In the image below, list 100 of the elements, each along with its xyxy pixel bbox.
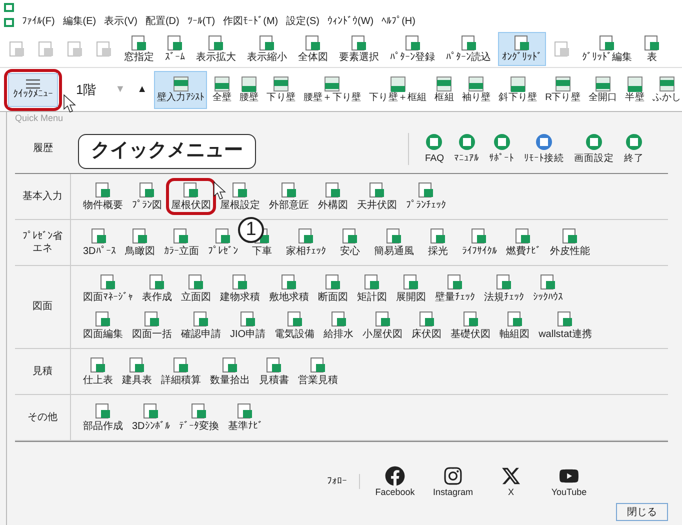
quick-menu-item[interactable]: 矩計図 bbox=[352, 270, 392, 307]
quick-menu-item[interactable]: 屋根設定 bbox=[215, 178, 265, 215]
quick-menu-item[interactable]: 電気設備 bbox=[270, 307, 320, 344]
wall-tool-button[interactable]: 框組 bbox=[432, 70, 457, 108]
menu-item[interactable]: 配置(D) bbox=[145, 16, 180, 28]
quick-menu-item[interactable]: wallstat連携 bbox=[534, 307, 597, 344]
quick-menu-item[interactable]: 安心 bbox=[330, 224, 370, 261]
close-button[interactable]: 閉じる bbox=[616, 503, 668, 521]
sheet-icon bbox=[99, 273, 117, 291]
quick-menu-item[interactable]: ﾃﾞｰﾀ変換 bbox=[174, 399, 224, 436]
menu-item[interactable]: 編集(E) bbox=[62, 16, 96, 28]
help-item[interactable]: ﾏﾆｭｱﾙ bbox=[454, 132, 479, 164]
social-link[interactable]: YouTube bbox=[546, 466, 592, 498]
quick-menu-item[interactable]: 建物求積 bbox=[215, 270, 265, 307]
quick-menu-item[interactable]: ｶﾗｰ立面 bbox=[158, 224, 204, 261]
menu-item[interactable]: ｳｨﾝﾄﾞｳ(W) bbox=[327, 16, 374, 28]
sheet-icon bbox=[280, 181, 298, 199]
toolbar-button[interactable]: 表示拡大 bbox=[192, 32, 240, 66]
quick-menu-item[interactable]: 法規ﾁｪｯｸ bbox=[479, 270, 529, 307]
wall-tool-button[interactable]: 壁入力ｱｼｽﾄ bbox=[154, 70, 208, 108]
menu-item[interactable]: 表示(V) bbox=[104, 16, 138, 28]
floor-step-button[interactable]: ▲ bbox=[132, 82, 152, 97]
quick-menu-item[interactable]: ﾌﾟﾗﾝﾁｪｯｸ bbox=[401, 178, 451, 215]
quick-menu-item[interactable]: 営業見積 bbox=[293, 353, 343, 390]
wall-tool-button[interactable]: ふかし bbox=[649, 70, 682, 108]
quick-menu-item[interactable]: 家相ﾁｪｯｸ bbox=[280, 224, 331, 261]
wall-tool-button[interactable]: 腰壁＋下り壁 bbox=[300, 70, 364, 108]
menu-item[interactable]: 作図ﾓｰﾄﾞ(M) bbox=[223, 16, 278, 28]
quick-menu-item[interactable]: 天井伏図 bbox=[352, 178, 402, 215]
menu-item[interactable]: ﾂｰﾙ(T) bbox=[187, 16, 216, 28]
wall-tool-button[interactable]: 半壁 bbox=[622, 70, 648, 108]
quick-menu-item[interactable]: ｼｯｸﾊｳｽ bbox=[528, 270, 568, 307]
toolbar-button[interactable]: ｵﾝｸﾞﾘｯﾄﾞ bbox=[498, 32, 546, 66]
wall-tool-button[interactable]: 下り壁＋框組 bbox=[366, 70, 430, 108]
quick-menu-item[interactable]: ﾗｲﾌｻｲｸﾙ bbox=[456, 224, 502, 261]
menu-item[interactable]: ﾍﾙﾌﾟ(H) bbox=[382, 16, 416, 28]
wall-tool-button[interactable]: 全開口 bbox=[585, 70, 620, 108]
quick-menu-item[interactable]: 燃費ﾅﾋﾞ bbox=[500, 224, 546, 261]
quick-menu-button[interactable]: ｸｲｯｸﾒﾆｭｰ bbox=[8, 72, 58, 106]
quick-menu-item[interactable]: 図面ﾏﾈｰｼﾞｬ bbox=[78, 270, 138, 307]
quick-menu-item[interactable]: 外構図 bbox=[313, 178, 353, 215]
wall-tool-button[interactable]: 斜下り壁 bbox=[496, 70, 540, 108]
toolbar-button[interactable]: 表 bbox=[639, 32, 665, 66]
quick-menu-item[interactable]: 採光 bbox=[418, 224, 458, 261]
quick-menu-item[interactable]: 基準ﾅﾋﾞ bbox=[222, 399, 268, 436]
help-item[interactable]: ﾘﾓｰﾄ接続 bbox=[524, 132, 564, 164]
quick-menu-item[interactable]: 軸組図 bbox=[494, 307, 535, 344]
quick-menu-item[interactable]: 断面図 bbox=[313, 270, 353, 307]
quick-menu-item[interactable]: 物件概要 bbox=[78, 178, 128, 215]
quick-menu-item[interactable]: JIO申請 bbox=[225, 307, 271, 344]
toolbar-button[interactable]: ﾊﾟﾀｰﾝ読込 bbox=[442, 32, 495, 66]
quick-menu-item[interactable]: 壁量ﾁｪｯｸ bbox=[430, 270, 480, 307]
help-item[interactable]: FAQ bbox=[424, 132, 444, 164]
wall-tool-button[interactable]: R下り壁 bbox=[542, 70, 584, 108]
quick-menu-item[interactable]: 外部意匠 bbox=[264, 178, 314, 215]
toolbar-button[interactable]: ﾊﾟﾀｰﾝ登録 bbox=[386, 32, 439, 66]
quick-menu-item[interactable]: ﾌﾟﾗﾝ図 bbox=[127, 178, 167, 215]
quick-menu-item[interactable]: 簡易通風 bbox=[368, 224, 419, 261]
quick-menu-item[interactable]: 数量拾出 bbox=[205, 353, 255, 390]
menu-item[interactable]: 設定(S) bbox=[286, 16, 320, 28]
toolbar-button[interactable]: 表示縮小 bbox=[243, 32, 291, 66]
toolbar-button[interactable]: 要素選択 bbox=[335, 32, 383, 66]
quick-menu-item[interactable]: 小屋伏図 bbox=[358, 307, 408, 344]
social-link[interactable]: Instagram bbox=[430, 466, 476, 498]
toolbar-button[interactable]: 窓指定 bbox=[120, 32, 158, 66]
help-item[interactable]: ｻﾎﾟｰﾄ bbox=[489, 132, 514, 164]
quick-menu-item[interactable]: 見積書 bbox=[254, 353, 294, 390]
quick-menu-item[interactable]: 基礎伏図 bbox=[446, 307, 496, 344]
quick-menu-item[interactable]: 表作成 bbox=[137, 270, 177, 307]
quick-menu-item[interactable]: 確認申請 bbox=[176, 307, 226, 344]
quick-menu-item[interactable]: 図面一括 bbox=[127, 307, 177, 344]
toolbar-button[interactable]: ｽﾞｰﾑ bbox=[161, 32, 189, 66]
quick-menu-item[interactable]: 建具表 bbox=[117, 353, 157, 390]
quick-menu-item[interactable]: 鳥瞰図 bbox=[120, 224, 160, 261]
quick-menu-item[interactable]: 外皮性能 bbox=[544, 224, 595, 261]
menu-item[interactable]: ﾌｧｲﾙ(F) bbox=[22, 16, 55, 28]
quick-menu-item[interactable]: 詳細積算 bbox=[156, 353, 206, 390]
quick-menu-item[interactable]: 給排水 bbox=[318, 307, 359, 344]
quick-menu-item[interactable]: 立面図 bbox=[176, 270, 216, 307]
toolbar-button[interactable]: 全体図 bbox=[294, 32, 332, 66]
callout: クイックメニュー bbox=[78, 134, 256, 168]
quick-menu-item[interactable]: 仕上表 bbox=[78, 353, 118, 390]
quick-menu-item[interactable]: 展開図 bbox=[391, 270, 431, 307]
quick-menu-item[interactable]: 床伏図 bbox=[406, 307, 447, 344]
wall-tool-button[interactable]: 下り壁 bbox=[264, 70, 298, 108]
quick-menu-item[interactable]: 敷地求積 bbox=[264, 270, 314, 307]
help-item[interactable]: 画面設定 bbox=[574, 132, 614, 164]
wall-tool-button[interactable]: 袖り壁 bbox=[458, 70, 494, 108]
wall-tool-button[interactable]: 腰壁 bbox=[236, 70, 262, 108]
quick-menu-item[interactable]: 図面編集 bbox=[78, 307, 128, 344]
quick-menu-item[interactable]: 3Dｼﾝﾎﾞﾙ bbox=[127, 399, 175, 436]
toolbar-button[interactable]: ｸﾞﾘｯﾄﾞ編集 bbox=[578, 32, 636, 66]
wall-icon bbox=[324, 76, 340, 92]
social-link[interactable]: Facebook bbox=[372, 466, 418, 498]
quick-menu-item[interactable]: 部品作成 bbox=[78, 399, 128, 436]
help-item[interactable]: 終了 bbox=[624, 132, 644, 164]
sheet-icon bbox=[207, 34, 225, 52]
social-link[interactable]: X bbox=[488, 466, 534, 498]
quick-menu-item[interactable]: 3Dﾊﾟｰｽ bbox=[78, 224, 121, 261]
wall-tool-button[interactable]: 全壁 bbox=[209, 70, 234, 108]
